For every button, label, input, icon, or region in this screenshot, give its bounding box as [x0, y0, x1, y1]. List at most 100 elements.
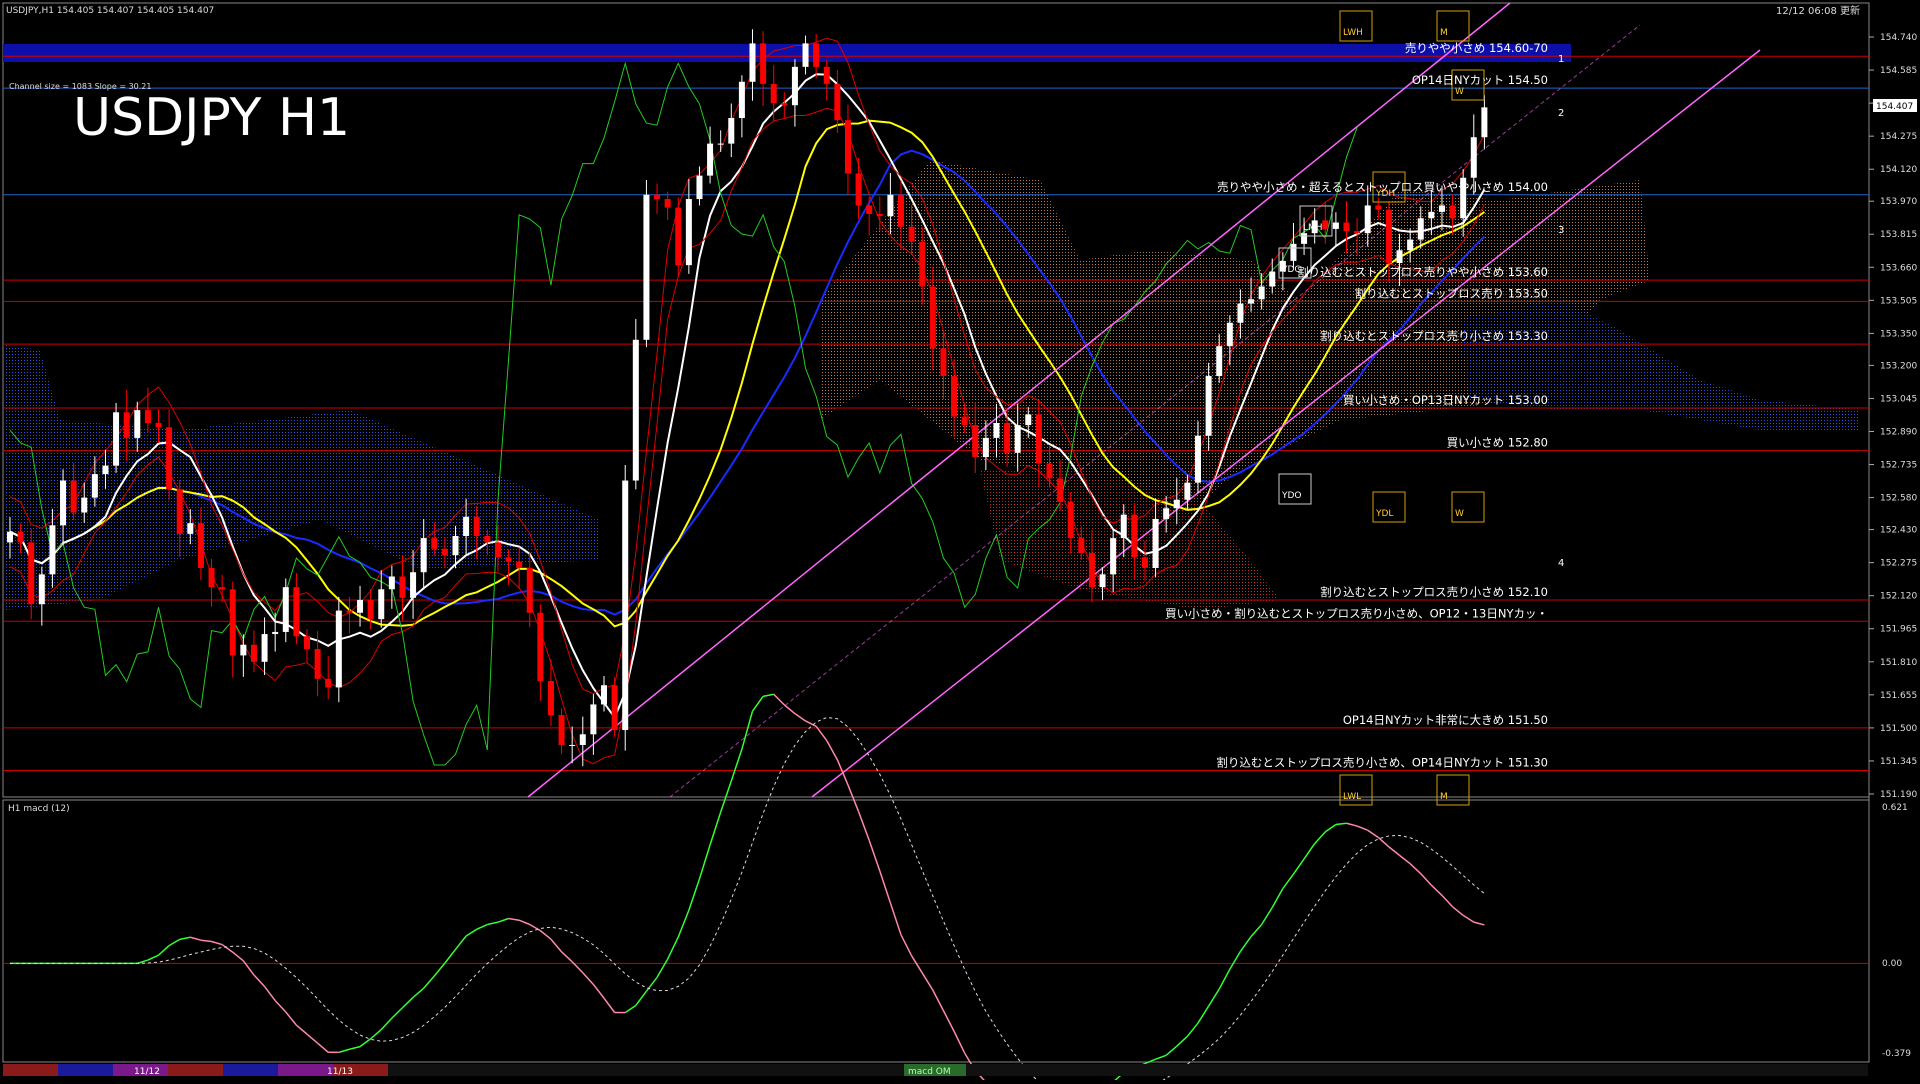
candle-body: [1450, 205, 1456, 218]
symbol-info: USDJPY,H1 154.405 154.407 154.405 154.40…: [6, 6, 214, 16]
candle-body: [1131, 515, 1137, 558]
candle-body: [81, 498, 87, 513]
date-bar-segment: [3, 1064, 58, 1076]
candle-body: [262, 634, 268, 662]
macd-scale-top: 0.621: [1882, 803, 1908, 813]
candle-body: [1227, 323, 1233, 346]
marker-box-label: YDO: [1281, 491, 1302, 501]
candle-body: [453, 536, 459, 555]
candle-body: [1163, 508, 1169, 519]
candle-body: [1142, 557, 1148, 568]
candle-body: [654, 195, 660, 199]
level-label: 買い小さめ 152.80: [1447, 436, 1548, 450]
candle-body: [951, 376, 957, 417]
page-title: USDJPY H1: [73, 88, 350, 148]
level-label: 割り込むとストップロス売りやや小さめ 153.60: [1297, 265, 1548, 279]
candle-body: [527, 568, 533, 613]
candle-body: [1259, 286, 1265, 299]
price-chart: LWHMWYDHLMHYDCYDOYDLWLWLM 売りやや小さめ 154.60…: [0, 0, 1920, 1080]
candle-body: [1195, 436, 1201, 483]
candle-body: [1153, 519, 1159, 568]
price-tick-label: 151.655: [1880, 691, 1917, 701]
candle-body: [686, 199, 692, 265]
price-tick-label: 154.585: [1880, 66, 1917, 76]
candle-body: [601, 685, 607, 704]
candle-body: [484, 536, 490, 542]
candle-body: [813, 43, 819, 66]
candle-body: [718, 144, 724, 145]
candle-body: [240, 645, 246, 656]
candle-body: [1407, 240, 1413, 251]
candle-body: [1047, 463, 1053, 478]
candle-body: [102, 466, 108, 475]
candle-body: [1089, 553, 1095, 587]
candle-body: [516, 562, 522, 568]
candle-body: [399, 576, 405, 597]
candle-body: [442, 549, 448, 555]
price-tick-label: 152.735: [1880, 461, 1917, 471]
candle-body: [378, 589, 384, 619]
candle-body: [1333, 223, 1339, 229]
candle-body: [506, 557, 512, 561]
candle-body: [675, 208, 681, 266]
marker-box-label: M: [1440, 792, 1448, 802]
price-tick-label: 152.580: [1880, 494, 1917, 504]
candle-body: [856, 173, 862, 205]
candle-body: [410, 572, 416, 598]
candle-body: [803, 43, 809, 66]
candle-body: [612, 685, 618, 730]
candle-body: [1439, 205, 1445, 211]
update-clock: 12/12 06:08 更新: [1776, 4, 1860, 17]
candle-body: [1248, 299, 1254, 303]
candle-body: [325, 679, 331, 688]
level-label: OP14日NYカット非常に大きめ 151.50: [1343, 713, 1548, 727]
candle-body: [569, 745, 575, 746]
macd-scale-bottom: -0.379: [1882, 1049, 1911, 1059]
candle-body: [1057, 478, 1063, 501]
candle-body: [474, 517, 480, 536]
candle-body: [1269, 272, 1275, 287]
candle-body: [1301, 233, 1307, 244]
price-tick-label: 153.350: [1880, 329, 1917, 339]
date-bar-segment: [223, 1064, 278, 1076]
candle-body: [707, 144, 713, 176]
candle-body: [930, 286, 936, 348]
candle-body: [463, 517, 469, 536]
level-label: 買い小さめ・OP13日NYカット 153.00: [1343, 393, 1548, 407]
candle-body: [728, 118, 734, 144]
candle-body: [113, 412, 119, 465]
candle-body: [421, 538, 427, 572]
candle-body: [7, 532, 13, 543]
candle-body: [643, 195, 649, 340]
price-tick-label: 152.275: [1880, 559, 1917, 569]
macd-label: H1 macd (12): [8, 804, 70, 814]
candle-body: [1078, 538, 1084, 553]
price-tick-label: 154.120: [1880, 165, 1917, 175]
candle-body: [156, 423, 162, 427]
candle-body: [1015, 425, 1021, 453]
candle-body: [1344, 223, 1350, 232]
candle-body: [1004, 423, 1010, 453]
candle-body: [1174, 500, 1180, 509]
marker-box-label: YDL: [1375, 509, 1393, 519]
channel-number: 3: [1558, 225, 1564, 236]
candle-body: [230, 589, 236, 655]
candle-body: [198, 523, 204, 568]
level-label: 割り込むとストップロス売り小さめ 152.10: [1320, 585, 1548, 599]
candle-body: [1375, 205, 1381, 209]
candle-body: [1110, 538, 1116, 574]
candle-body: [887, 195, 893, 216]
candle-body: [177, 489, 183, 534]
candle-body: [590, 704, 596, 734]
candle-body: [940, 348, 946, 376]
resistance-band: [3, 44, 1571, 62]
candle-body: [495, 542, 501, 557]
candle-body: [431, 538, 437, 549]
price-tick-label: 151.190: [1880, 790, 1917, 800]
chart-window[interactable]: LWHMWYDHLMHYDCYDOYDLWLWLM 売りやや小さめ 154.60…: [0, 0, 1920, 1080]
candle-body: [750, 43, 756, 81]
level-label: 割り込むとストップロス売り小さめ 153.30: [1320, 329, 1548, 343]
marker-box-label: W: [1455, 509, 1464, 519]
channel-number: 2: [1558, 108, 1564, 119]
price-tick-label: 154.275: [1880, 132, 1917, 142]
